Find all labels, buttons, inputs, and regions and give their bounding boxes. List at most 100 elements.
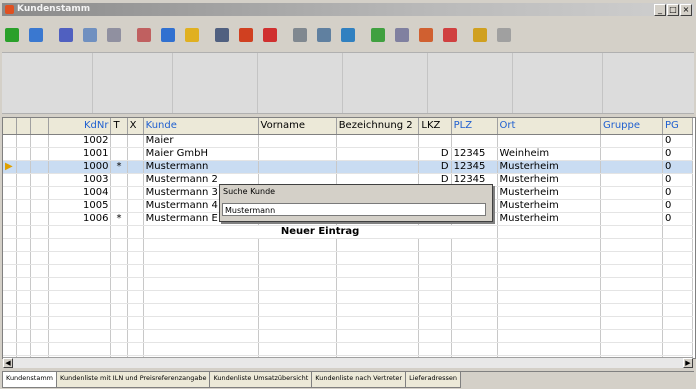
cell-pg[interactable]: 0 — [662, 186, 693, 200]
cell-t[interactable] — [110, 199, 128, 213]
cell-x[interactable] — [127, 134, 144, 148]
cell-x[interactable] — [127, 160, 144, 174]
cell-pg[interactable]: 0 — [662, 212, 693, 226]
cell-x[interactable] — [127, 212, 144, 226]
scroll-right-icon[interactable]: ▶ — [683, 358, 693, 368]
table-row[interactable] — [3, 316, 693, 330]
table-row[interactable]: 1002 Maier 0 — [3, 134, 693, 148]
coins-button[interactable] — [470, 25, 490, 45]
refresh-button[interactable] — [26, 25, 46, 45]
column-header-kdnr[interactable]: KdNr — [48, 118, 112, 135]
table-row[interactable]: 1001 Maier GmbH D 12345 Weinheim 0 — [3, 147, 693, 161]
cell-kdnr[interactable]: 1006 — [48, 212, 112, 226]
cell-kunde[interactable]: Maier GmbH — [143, 147, 259, 161]
cell-kdnr[interactable]: 1001 — [48, 147, 112, 161]
column-header-vorname[interactable]: Vorname — [258, 118, 337, 135]
table-row[interactable] — [3, 290, 693, 304]
cell-x[interactable] — [127, 173, 144, 187]
cell-ort[interactable]: Musterheim — [497, 212, 601, 226]
new-entry-row[interactable]: Neuer Eintrag — [143, 225, 498, 239]
cell-gruppe[interactable] — [600, 212, 664, 226]
tab-1[interactable]: Kundenliste mit ILN und Preisreferenzang… — [56, 372, 211, 388]
cell-bez2[interactable] — [336, 160, 420, 174]
layout-button[interactable] — [134, 25, 154, 45]
cell-t[interactable] — [110, 186, 128, 200]
cell-x[interactable] — [127, 147, 144, 161]
column-header-kunde[interactable]: Kunde — [143, 118, 259, 135]
column-header-attach[interactable] — [30, 118, 50, 135]
cell-kdnr[interactable]: 1000 — [48, 160, 112, 174]
table-row[interactable] — [3, 329, 693, 343]
cell-pg[interactable]: 0 — [662, 160, 693, 174]
cell-t[interactable] — [110, 173, 128, 187]
cell-plz[interactable]: 12345 — [451, 160, 498, 174]
cell-pg[interactable]: 0 — [662, 199, 693, 213]
cell-ort[interactable]: Weinheim — [497, 147, 601, 161]
minimize-button[interactable]: _ — [654, 4, 666, 16]
column-header-ort[interactable]: Ort — [497, 118, 601, 135]
table-row[interactable] — [3, 238, 693, 252]
cell-ort[interactable] — [497, 134, 601, 148]
tab-2[interactable]: Kundenliste Umsatzübersicht — [209, 372, 313, 388]
database-button[interactable] — [56, 25, 76, 45]
cell-pg[interactable]: 0 — [662, 173, 693, 187]
info-button[interactable] — [338, 25, 358, 45]
cell-kdnr[interactable]: 1003 — [48, 173, 112, 187]
print-preview-button[interactable] — [314, 25, 334, 45]
cell-plz[interactable] — [451, 134, 498, 148]
scroll-left-icon[interactable]: ◀ — [3, 358, 13, 368]
table-row[interactable] — [3, 342, 693, 356]
document-button[interactable] — [392, 25, 412, 45]
column-header-gruppe[interactable]: Gruppe — [600, 118, 664, 135]
delete-button[interactable] — [260, 25, 280, 45]
cell-bez2[interactable] — [336, 134, 420, 148]
trash-button[interactable] — [494, 25, 514, 45]
column-header-lkz[interactable]: LKZ — [418, 118, 452, 135]
cell-ort[interactable]: Musterheim — [497, 160, 601, 174]
cell-gruppe[interactable] — [600, 199, 664, 213]
cell-t[interactable]: * — [110, 160, 128, 174]
edit-button[interactable] — [416, 25, 436, 45]
cell-ort[interactable]: Musterheim — [497, 173, 601, 187]
cell-t[interactable] — [110, 147, 128, 161]
cell-vorname[interactable] — [258, 134, 337, 148]
cell-gruppe[interactable] — [600, 147, 664, 161]
cell-kunde[interactable]: Maier — [143, 134, 259, 148]
search-input[interactable]: Mustermann — [222, 203, 486, 216]
cell-ort[interactable]: Musterheim — [497, 199, 601, 213]
cell-kdnr[interactable]: 1002 — [48, 134, 112, 148]
cell-gruppe[interactable] — [600, 186, 664, 200]
table-row[interactable] — [3, 303, 693, 317]
column-header-t[interactable]: T — [110, 118, 128, 135]
form-view-button[interactable] — [80, 25, 100, 45]
binoculars-button[interactable] — [212, 25, 232, 45]
table-row[interactable] — [3, 264, 693, 278]
cell-vorname[interactable] — [258, 160, 337, 174]
column-header-arrow[interactable] — [3, 118, 18, 135]
tab-3[interactable]: Kundenliste nach Vertreter — [311, 372, 407, 388]
cell-pg[interactable]: 0 — [662, 147, 693, 161]
table-row[interactable]: Neuer Eintrag — [3, 225, 693, 239]
cell-lkz[interactable]: D — [418, 160, 452, 174]
cell-gruppe[interactable] — [600, 173, 664, 187]
column-header-x[interactable]: X — [127, 118, 144, 135]
cell-gruppe[interactable] — [600, 160, 664, 174]
cell-plz[interactable]: 12345 — [451, 147, 498, 161]
cell-ort[interactable]: Musterheim — [497, 186, 601, 200]
cell-kunde[interactable]: Mustermann — [143, 160, 259, 174]
export-button[interactable] — [368, 25, 388, 45]
cell-t[interactable]: * — [110, 212, 128, 226]
cell-lkz[interactable] — [418, 134, 452, 148]
table-button[interactable] — [236, 25, 256, 45]
cell-vorname[interactable] — [258, 147, 337, 161]
cell-gruppe[interactable] — [600, 134, 664, 148]
cell-kdnr[interactable]: 1005 — [48, 199, 112, 213]
cell-x[interactable] — [127, 186, 144, 200]
print-button[interactable] — [290, 25, 310, 45]
grid-view-button[interactable] — [104, 25, 124, 45]
maximize-button[interactable]: □ — [667, 4, 679, 16]
column-header-bezeichnung2[interactable]: Bezeichnung 2 — [336, 118, 420, 135]
column-header-pin[interactable] — [16, 118, 32, 135]
key-button[interactable] — [182, 25, 202, 45]
tab-0[interactable]: Kundenstamm — [2, 372, 58, 388]
